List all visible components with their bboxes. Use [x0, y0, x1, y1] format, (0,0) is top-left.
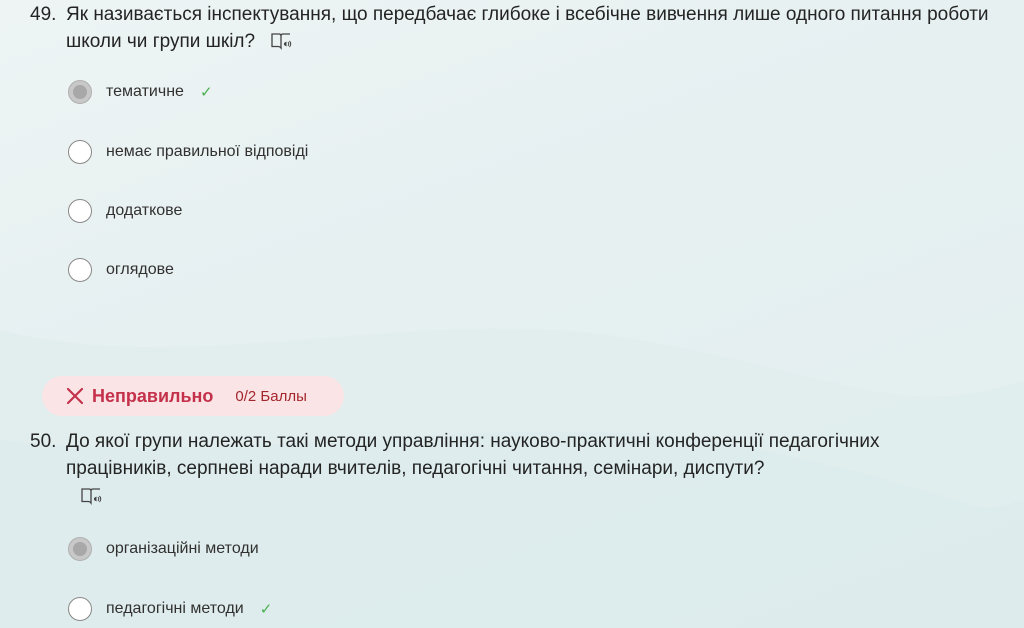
option-label: організаційні методи — [106, 540, 259, 557]
option[interactable]: педагогічні методи ✓ — [68, 596, 272, 622]
radio-button[interactable] — [68, 537, 92, 561]
option-label: оглядове — [106, 261, 174, 278]
question-number: 49. — [30, 4, 57, 25]
option-label: педагогічні методи — [106, 600, 244, 617]
option[interactable]: оглядове — [68, 257, 174, 283]
radio-button[interactable] — [68, 258, 92, 282]
option-label: немає правильної відповіді — [106, 143, 309, 160]
checkmark-icon: ✓ — [199, 84, 213, 101]
question-title: 49. Як називається інспектування, що пер… — [30, 1, 990, 55]
option[interactable]: немає правильної відповіді — [68, 139, 308, 165]
question-text-content: Як називається інспектування, що передба… — [66, 4, 989, 52]
question-50: 50. До якої групи належать такі методи у… — [30, 428, 990, 510]
question-title: 50. До якої групи належать такі методи у… — [30, 428, 990, 510]
checkmark-icon: ✓ — [259, 601, 273, 618]
option[interactable]: додаткове — [68, 198, 182, 224]
option-label: додаткове — [106, 202, 183, 219]
radio-button[interactable] — [68, 597, 92, 621]
option[interactable]: організаційні методи — [68, 536, 259, 562]
question-number: 50. — [30, 431, 57, 452]
immersive-reader-icon[interactable] — [270, 31, 292, 51]
question-49: 49. Як називається інспектування, що пер… — [30, 1, 990, 55]
result-score: 0/2 Баллы — [235, 387, 307, 405]
question-text-content: До якої групи належать такі методи управ… — [66, 431, 880, 479]
result-label: Неправильно — [92, 385, 214, 406]
option-label: тематичне — [106, 83, 184, 100]
immersive-reader-icon[interactable] — [80, 486, 102, 506]
close-icon — [66, 387, 84, 405]
option[interactable]: тематичне ✓ — [68, 79, 213, 105]
question-text: До якої групи належать такі методи управ… — [66, 428, 990, 510]
radio-button[interactable] — [68, 80, 92, 104]
question-text: Як називається інспектування, що передба… — [66, 1, 990, 55]
radio-button[interactable] — [68, 140, 92, 164]
radio-button[interactable] — [68, 199, 92, 223]
result-badge: Неправильно 0/2 Баллы — [42, 376, 344, 416]
